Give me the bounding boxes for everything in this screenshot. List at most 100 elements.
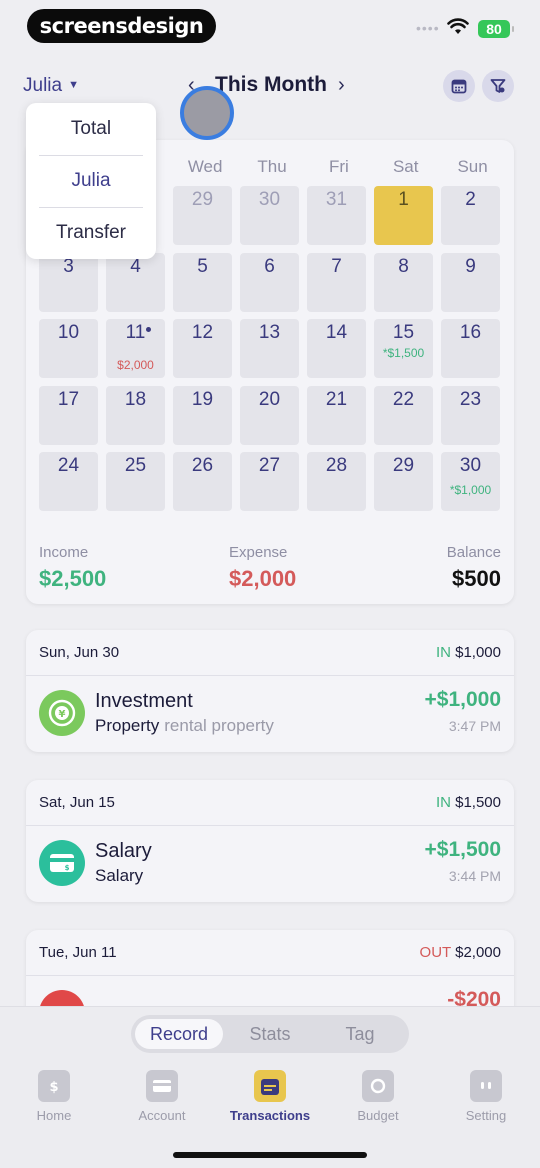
balance-value: $500 [452, 566, 501, 591]
calendar-day[interactable]: 15 *$1,500 [374, 319, 433, 378]
filter-button[interactable] [482, 70, 514, 102]
transaction-group: Sat, Jun 15 IN $1,500 $ Salary Salary +$… [26, 780, 514, 902]
expense-value: $2,000 [229, 566, 297, 591]
calendar-day[interactable]: 29 [374, 452, 433, 511]
calendar-day[interactable]: 12 [173, 319, 232, 378]
calendar-day[interactable]: 10 [39, 319, 98, 378]
calendar-day[interactable]: 24 [39, 452, 98, 511]
calendar-day[interactable]: 13 [240, 319, 299, 378]
tab-budget[interactable]: Budget [324, 1067, 432, 1123]
user-selector[interactable]: Julia ▼ [23, 75, 79, 97]
transaction-day-total: IN $1,000 [435, 644, 501, 661]
calendar-day[interactable]: 2 [441, 186, 500, 245]
dropdown-item-total[interactable]: Total [26, 103, 156, 155]
calendar-day[interactable]: 16 [441, 319, 500, 378]
calendar-day[interactable]: 4 [106, 253, 165, 312]
note-dot [146, 327, 151, 332]
calendar-day[interactable]: 30 [240, 186, 299, 245]
transaction-title: Salary [95, 840, 152, 862]
transaction-day-total: IN $1,500 [435, 794, 501, 811]
home-wallet-icon: $ [38, 1070, 70, 1102]
touch-indicator [180, 86, 234, 140]
caret-down-icon: ▼ [68, 79, 79, 91]
status-bar: screensdesign •••• 80 [0, 0, 540, 52]
calendar-day[interactable]: 31 [307, 186, 366, 245]
calendar-view-button[interactable] [443, 70, 475, 102]
income-summary: Income $2,500 [39, 544, 106, 592]
tab-home[interactable]: $ Home [0, 1067, 108, 1123]
calendar-day[interactable]: 14 [307, 319, 366, 378]
view-segmented-control: Record Stats Tag [131, 1015, 409, 1053]
calendar-day[interactable]: 6 [240, 253, 299, 312]
signal-icon: •••• [416, 20, 440, 36]
weekday-label: Fri [328, 157, 349, 176]
transaction-row[interactable]: ¥ Investment Property rental property +$1… [26, 676, 514, 752]
segment-record[interactable]: Record [135, 1019, 223, 1049]
segment-stats[interactable]: Stats [225, 1019, 315, 1049]
calendar-day[interactable]: 11 $2,000 [106, 319, 165, 378]
tab-setting[interactable]: Setting [432, 1067, 540, 1123]
wifi-icon [447, 18, 469, 41]
calendar-day[interactable]: 3 [39, 253, 98, 312]
transaction-subtitle: Property rental property [95, 716, 274, 735]
transaction-group-header: Tue, Jun 11 OUT $2,000 [26, 930, 514, 976]
transaction-group-header: Sat, Jun 15 IN $1,500 [26, 780, 514, 826]
svg-text:¥: ¥ [59, 709, 66, 720]
calendar-day[interactable]: 29 [173, 186, 232, 245]
weekday-label: Wed [187, 157, 223, 176]
calendar-day[interactable]: 26 [173, 452, 232, 511]
expense-label: Expense [229, 544, 288, 561]
calendar-day[interactable]: 23 [441, 386, 500, 445]
calendar-icon [451, 79, 467, 94]
balance-summary: Balance $500 [447, 544, 501, 592]
tab-transactions[interactable]: Transactions [216, 1067, 324, 1123]
calendar-day[interactable]: 17 [39, 386, 98, 445]
calendar-day[interactable]: 19 [173, 386, 232, 445]
income-label: Income [39, 544, 89, 561]
transaction-time: 3:44 PM [448, 868, 501, 884]
transaction-subtitle: Salary [95, 866, 144, 885]
next-month-button[interactable]: › [338, 74, 345, 97]
transactions-calendar-icon [254, 1070, 286, 1102]
day-income-amount: *$1,000 [449, 483, 492, 497]
calendar-day[interactable]: 28 [307, 452, 366, 511]
day-income-amount: *$1,500 [382, 346, 425, 360]
calendar-day[interactable]: 21 [307, 386, 366, 445]
transaction-amount: +$1,500 [424, 838, 502, 861]
direction-label: IN [435, 644, 451, 661]
calendar-day[interactable]: 7 [307, 253, 366, 312]
brand-logo: screensdesign [27, 9, 216, 43]
segment-tag[interactable]: Tag [315, 1019, 405, 1049]
tab-account[interactable]: Account [108, 1067, 216, 1123]
salary-card-icon: $ [39, 840, 85, 886]
dropdown-item-julia[interactable]: Julia [26, 155, 156, 207]
user-selector-label: Julia [23, 75, 63, 96]
account-card-icon [146, 1070, 178, 1102]
calendar-day[interactable]: 25 [106, 452, 165, 511]
budget-icon [362, 1070, 394, 1102]
calendar-day[interactable]: 5 [173, 253, 232, 312]
calendar-day[interactable]: 22 [374, 386, 433, 445]
transaction-date: Sat, Jun 15 [39, 794, 115, 811]
svg-text:$: $ [65, 864, 70, 872]
dropdown-item-transfer[interactable]: Transfer [26, 207, 156, 259]
battery-indicator: 80 [478, 20, 514, 38]
expense-summary: Expense $2,000 [229, 544, 296, 592]
calendar-day[interactable]: 27 [240, 452, 299, 511]
calendar-day[interactable]: 18 [106, 386, 165, 445]
transaction-row[interactable]: $ Salary Salary +$1,500 3:44 PM [26, 826, 514, 902]
svg-text:$: $ [49, 1080, 58, 1095]
user-dropdown-menu: Total Julia Transfer [26, 103, 156, 259]
calendar-day[interactable]: 8 [374, 253, 433, 312]
calendar-day[interactable]: 9 [441, 253, 500, 312]
month-summary: Income $2,500 Expense $2,000 Balance $50… [39, 544, 501, 594]
home-indicator [173, 1152, 367, 1158]
transaction-title: Investment [95, 690, 193, 712]
weekday-label: Sun [457, 157, 488, 176]
transaction-group: Sun, Jun 30 IN $1,000 ¥ Investment Prope… [26, 630, 514, 752]
transaction-day-total: OUT $2,000 [419, 944, 501, 961]
calendar-day-today[interactable]: 1 [374, 186, 433, 245]
direction-label: IN [435, 794, 451, 811]
calendar-day[interactable]: 20 [240, 386, 299, 445]
calendar-day[interactable]: 30 *$1,000 [441, 452, 500, 511]
